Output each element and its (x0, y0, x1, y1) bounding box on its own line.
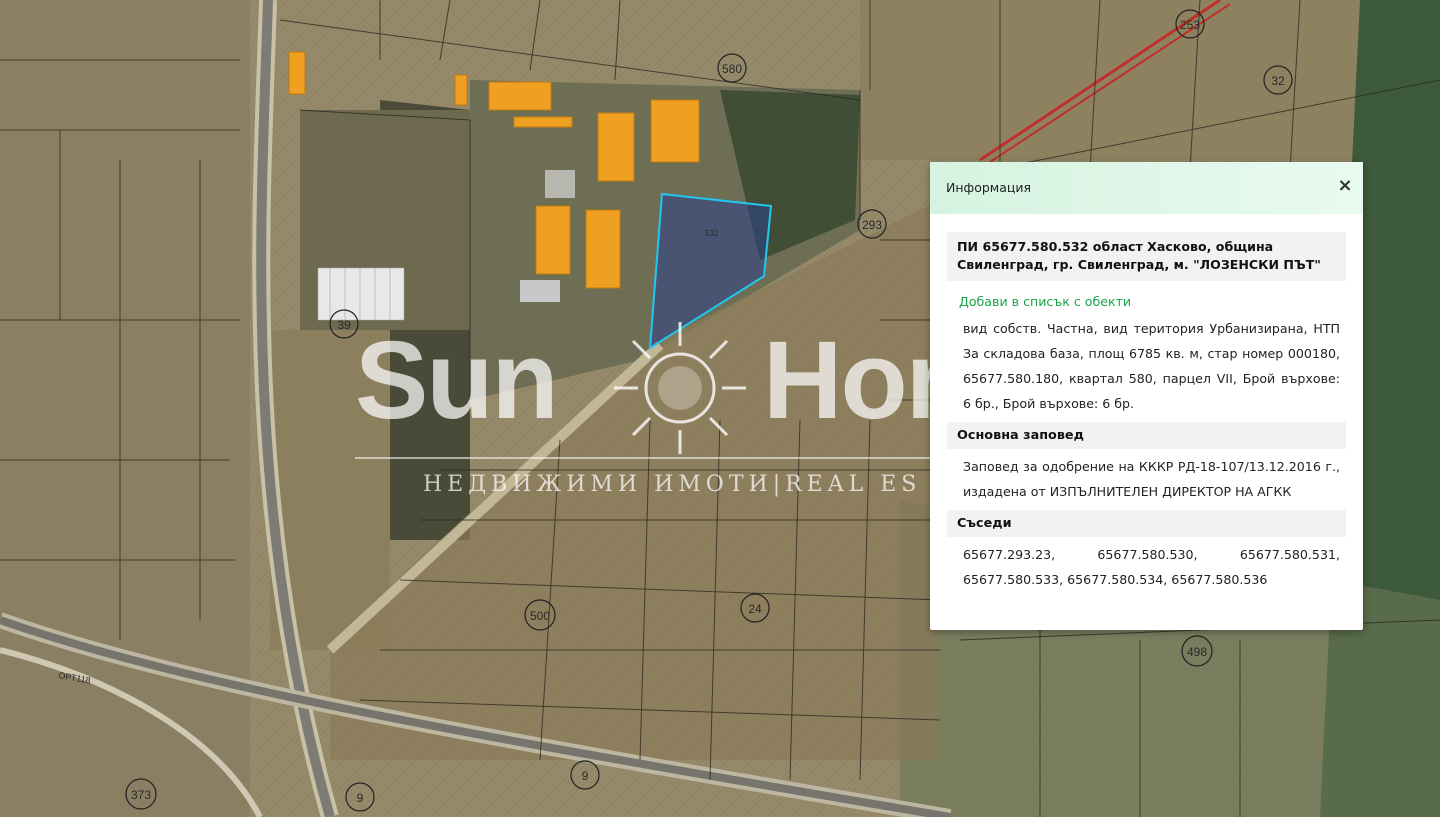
circle-label: 500 (530, 609, 550, 623)
info-panel: Информация × ПИ 65677.580.532 област Хас… (930, 162, 1363, 630)
circle-label: 253 (1180, 18, 1200, 32)
parcel-number-label: 532 (705, 229, 719, 238)
sun-logo-icon (614, 322, 746, 454)
neighbor-item: 65677.580.531, (1239, 547, 1340, 562)
circle-label: 24 (748, 602, 762, 616)
neighbor-item: 65677.580.530, (1097, 547, 1198, 562)
neighbors-list: 65677.293.23, 65677.580.530, 65677.580.5… (947, 542, 1346, 592)
circle-label: 293 (862, 218, 882, 232)
neighbors-heading: Съседи (947, 510, 1346, 537)
circle-label: 39 (337, 318, 351, 332)
property-details: вид собств. Частна, вид територия Урбани… (963, 321, 1340, 411)
close-icon[interactable]: × (1337, 176, 1353, 196)
neighbor-item: 65677.293.23, (963, 547, 1056, 562)
circle-label: 9 (357, 791, 364, 805)
circle-label: 373 (131, 788, 151, 802)
order-text: Заповед за одобрение на КККР РД-18-107/1… (963, 459, 1340, 499)
order-heading: Основна заповед (947, 422, 1346, 449)
circle-label: 498 (1187, 645, 1207, 659)
property-title: ПИ 65677.580.532 област Хасково, община … (947, 232, 1346, 281)
circle-label: 32 (1271, 74, 1285, 88)
info-panel-body: ПИ 65677.580.532 област Хасково, община … (930, 214, 1363, 592)
circle-label: 9 (582, 769, 589, 783)
neighbor-items-line: 65677.580.533, 65677.580.534, 65677.580.… (963, 572, 1268, 587)
circle-label: 580 (722, 62, 742, 76)
add-to-list-link[interactable]: Добави в списък с обекти (959, 294, 1346, 309)
info-panel-header: Информация × (930, 162, 1363, 214)
info-panel-title: Информация (946, 180, 1032, 195)
